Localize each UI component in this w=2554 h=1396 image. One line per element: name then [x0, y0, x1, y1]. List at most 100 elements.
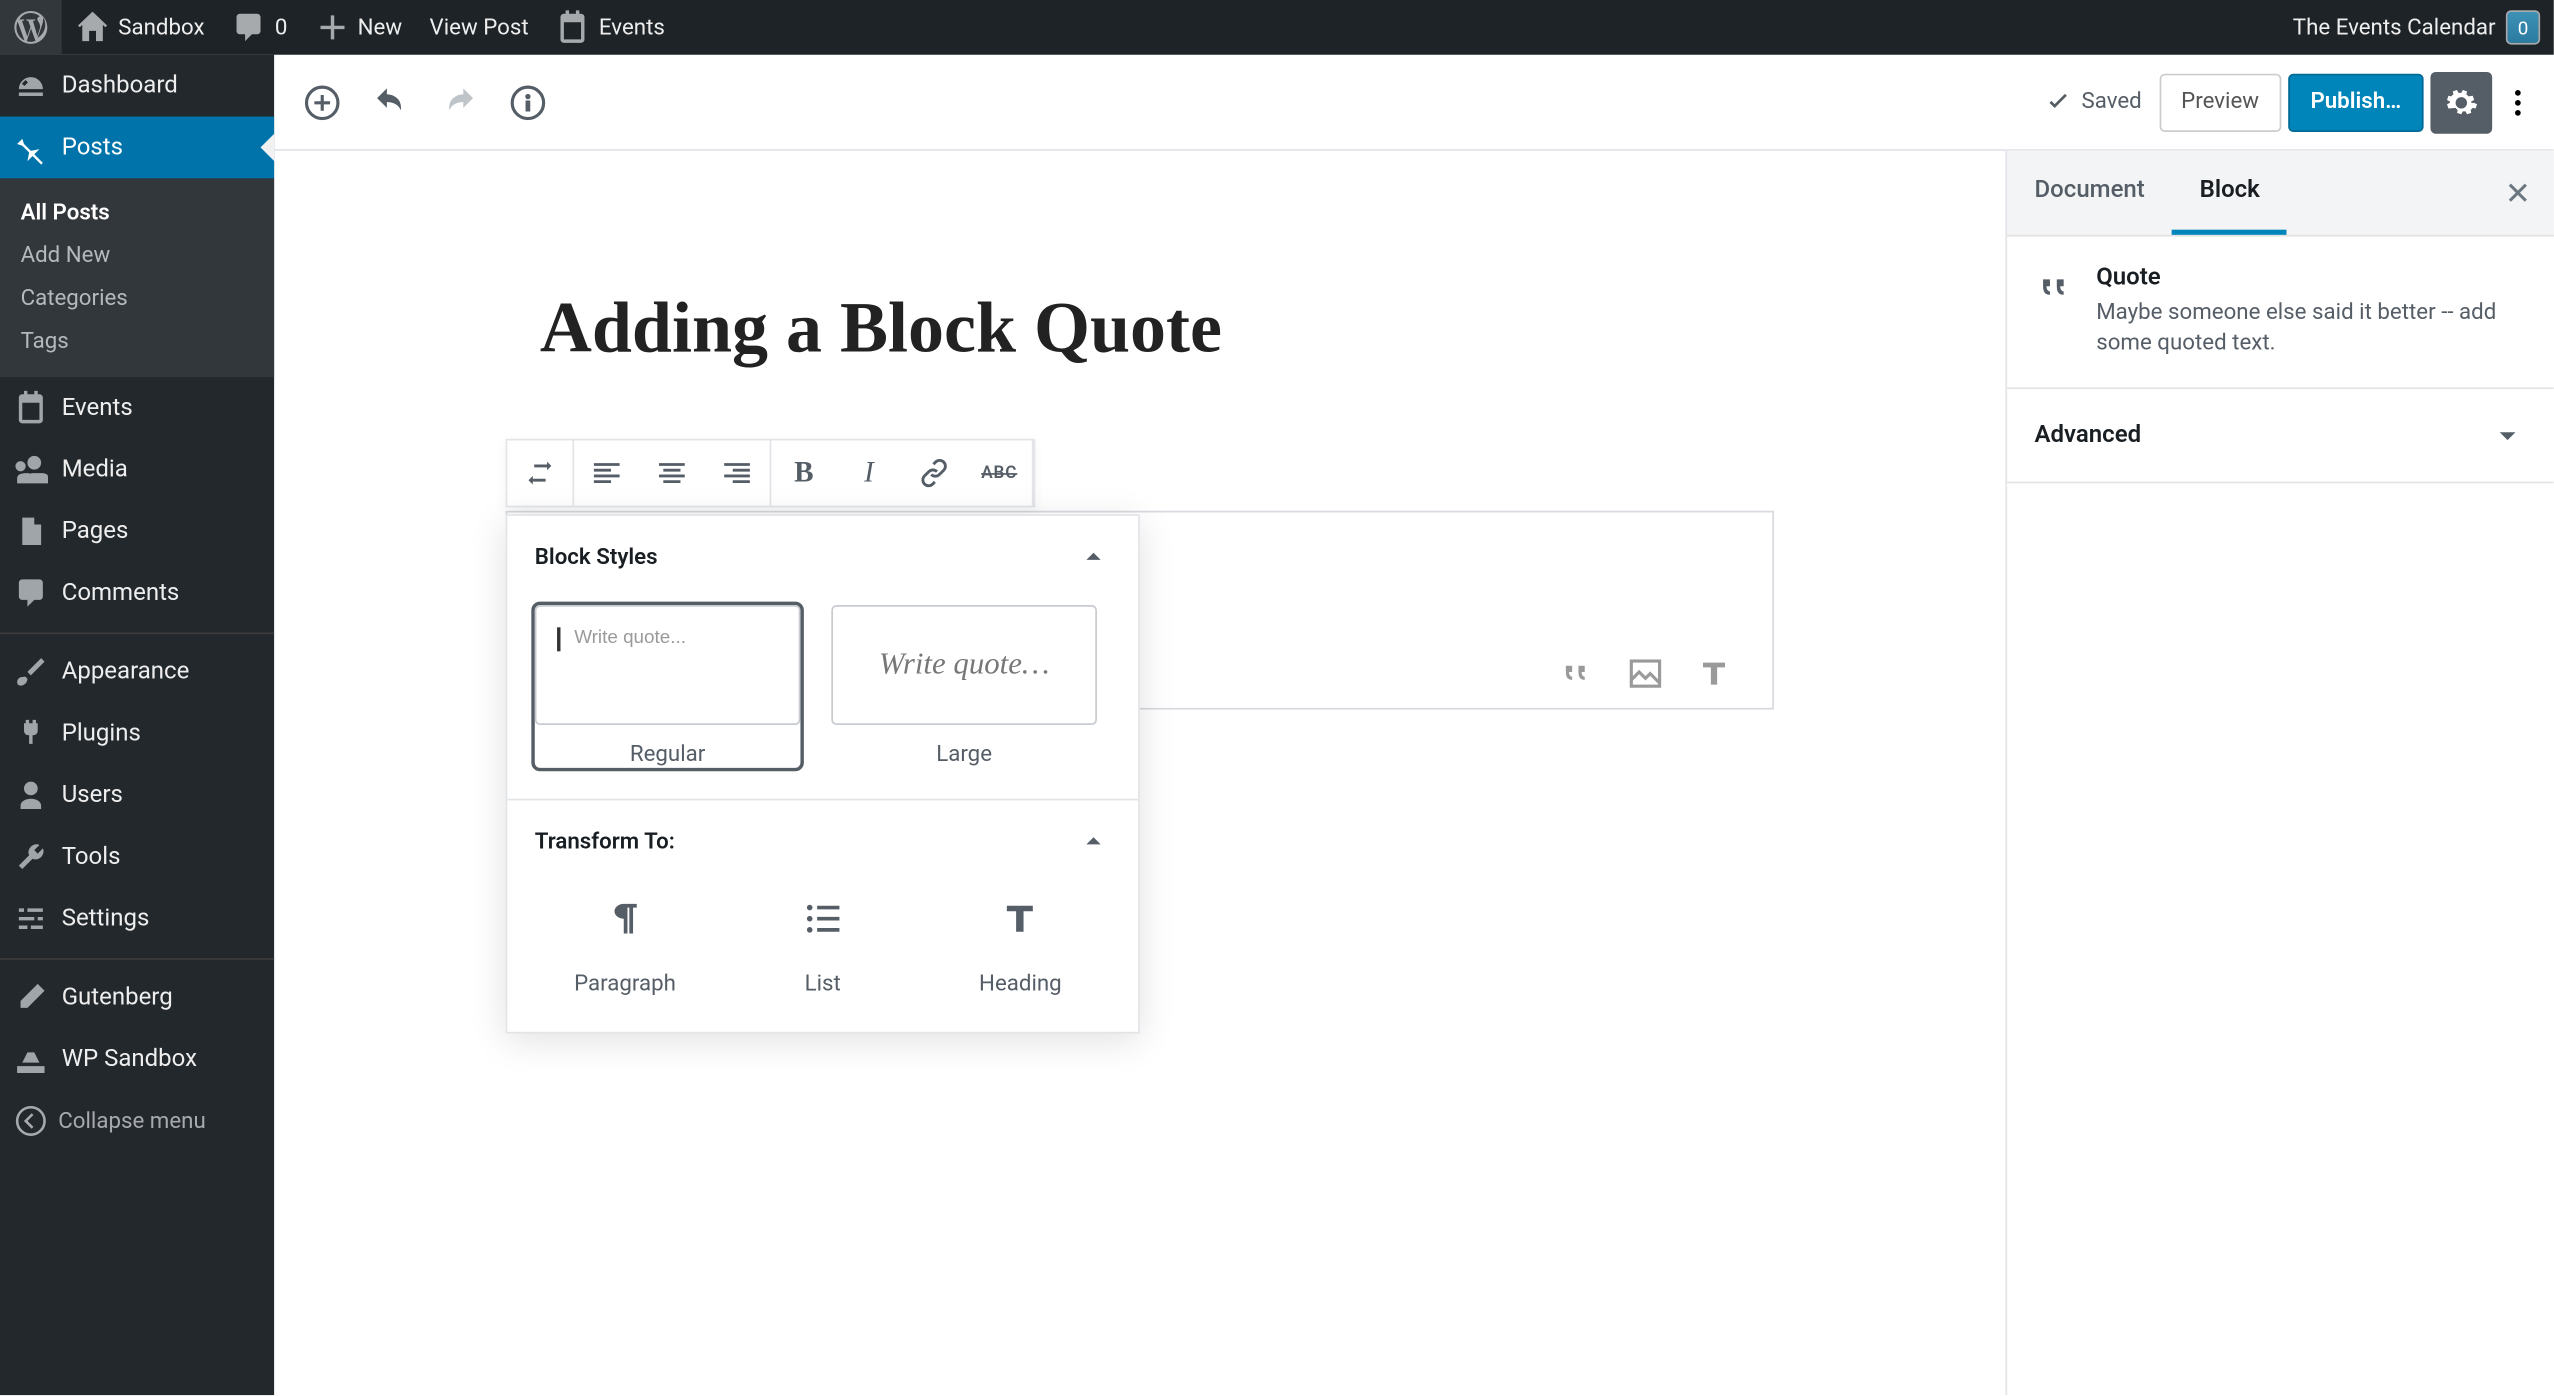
transform-heading[interactable]: Heading [930, 896, 1111, 997]
transform-icon [523, 456, 557, 490]
strikethrough-button[interactable]: ABC [967, 440, 1032, 505]
admin-sidebar: Dashboard Posts All Posts Add New Catego… [0, 55, 274, 1395]
quote-icon [2035, 267, 2076, 308]
sidebar-item-media[interactable]: Media [0, 439, 274, 501]
block-styles-toggle[interactable]: Block Styles [507, 516, 1138, 598]
gear-icon [2444, 85, 2478, 119]
link-icon [917, 456, 951, 490]
sidebar-item-settings[interactable]: Settings [0, 888, 274, 950]
sidebar-item-dashboard[interactable]: Dashboard [0, 55, 274, 117]
block-style-large[interactable]: Write quote… Large [831, 605, 1097, 768]
align-left-button[interactable] [574, 440, 639, 505]
transform-list[interactable]: List [732, 896, 913, 997]
settings-sidebar: Document Block ✕ Quote Maybe someone els… [2005, 151, 2553, 1395]
save-status: Saved [2044, 87, 2142, 118]
sidebar-item-wpsandbox[interactable]: WP Sandbox [0, 1028, 274, 1090]
media-icon [14, 452, 48, 486]
new-link[interactable]: New [301, 0, 416, 55]
align-center-button[interactable] [639, 440, 704, 505]
chevron-down-icon [2489, 417, 2527, 455]
undo-icon [372, 83, 410, 121]
dashboard-icon [14, 69, 48, 103]
align-left-icon [590, 456, 624, 490]
bold-button[interactable]: B [771, 440, 836, 505]
italic-button[interactable]: I [836, 440, 901, 505]
posts-submenu: All Posts Add New Categories Tags [0, 178, 274, 377]
calendar-badge-icon: 0 [2506, 10, 2540, 44]
block-style-regular[interactable]: Write quote... Regular [535, 605, 801, 768]
redo-button[interactable] [429, 71, 491, 133]
block-switcher-button[interactable] [507, 440, 572, 505]
style-preview-large: Write quote… [831, 605, 1097, 725]
sidebar-item-plugins[interactable]: Plugins [0, 703, 274, 765]
preview-button[interactable]: Preview [2159, 73, 2281, 131]
calendar-icon [556, 10, 590, 44]
sidebar-item-users[interactable]: Users [0, 764, 274, 826]
publish-button[interactable]: Publish… [2288, 73, 2423, 131]
heading-t-icon [998, 896, 1043, 941]
events-label: Events [599, 15, 665, 41]
block-type-title: Quote [2096, 264, 2526, 291]
quote-icon[interactable] [1558, 655, 1596, 693]
settings-toggle-button[interactable] [2430, 71, 2492, 133]
sidebar-subitem-categories[interactable]: Categories [0, 278, 274, 321]
comment-count: 0 [275, 15, 288, 41]
check-icon [2044, 87, 2075, 118]
sidebar-item-comments[interactable]: Comments [0, 562, 274, 624]
sidebar-item-posts[interactable]: Posts [0, 117, 274, 179]
editor-body: Adding a Block Quote [274, 151, 2005, 1395]
sidebar-item-appearance[interactable]: Appearance [0, 641, 274, 703]
transform-paragraph[interactable]: Paragraph [535, 896, 716, 997]
kebab-icon [2501, 85, 2535, 119]
sidebar-item-tools[interactable]: Tools [0, 826, 274, 888]
sidebar-subitem-add-new[interactable]: Add New [0, 235, 274, 278]
sliders-icon [14, 902, 48, 936]
close-sidebar-button[interactable]: ✕ [2496, 171, 2541, 216]
collapse-menu[interactable]: Collapse menu [0, 1090, 274, 1152]
events-link[interactable]: Events [542, 0, 678, 55]
add-block-button[interactable] [291, 71, 353, 133]
align-right-button[interactable] [704, 440, 769, 505]
pilcrow-icon [603, 896, 648, 941]
site-name: Sandbox [118, 15, 204, 41]
calendar-icon [14, 391, 48, 425]
comments-link[interactable]: 0 [218, 0, 301, 55]
sidebar-item-gutenberg[interactable]: Gutenberg [0, 967, 274, 1029]
collapse-icon [14, 1104, 48, 1138]
block-description: Quote Maybe someone else said it better … [2007, 237, 2554, 390]
site-link[interactable]: Sandbox [62, 0, 219, 55]
plus-circle-icon [303, 83, 341, 121]
sidebar-subitem-all-posts[interactable]: All Posts [0, 192, 274, 235]
link-button[interactable] [902, 440, 967, 505]
style-preview-regular: Write quote... [535, 605, 801, 725]
sidebar-subitem-tags[interactable]: Tags [0, 321, 274, 364]
user-icon [14, 778, 48, 812]
sandbox-icon [14, 1042, 48, 1076]
transform-to-toggle[interactable]: Transform To: [507, 800, 1138, 882]
block-switcher-popover: Block Styles Write quote... Regular [506, 514, 1140, 1033]
heading-t-icon[interactable] [1695, 655, 1733, 693]
comment-icon [232, 10, 266, 44]
block-toolbar: B I ABC [506, 439, 1036, 508]
sidebar-item-events[interactable]: Events [0, 377, 274, 439]
tab-document[interactable]: Document [2007, 151, 2172, 235]
advanced-panel-toggle[interactable]: Advanced [2007, 390, 2554, 484]
sidebar-item-pages[interactable]: Pages [0, 500, 274, 562]
align-center-icon [655, 456, 689, 490]
chevron-up-icon [1076, 824, 1110, 858]
image-icon[interactable] [1627, 655, 1665, 693]
events-calendar-link[interactable]: The Events Calendar 0 [2279, 0, 2554, 55]
comment-icon [14, 576, 48, 610]
redo-icon [440, 83, 478, 121]
wordpress-logo[interactable] [0, 0, 62, 55]
view-post-link[interactable]: View Post [416, 0, 543, 55]
plus-icon [315, 10, 349, 44]
more-options-button[interactable] [2499, 71, 2537, 133]
tab-block[interactable]: Block [2172, 151, 2287, 235]
wordpress-icon [14, 10, 48, 44]
content-info-button[interactable] [497, 71, 559, 133]
plugin-icon [14, 716, 48, 750]
undo-button[interactable] [360, 71, 422, 133]
brush-icon [14, 655, 48, 689]
post-title[interactable]: Adding a Block Quote [540, 288, 1740, 370]
